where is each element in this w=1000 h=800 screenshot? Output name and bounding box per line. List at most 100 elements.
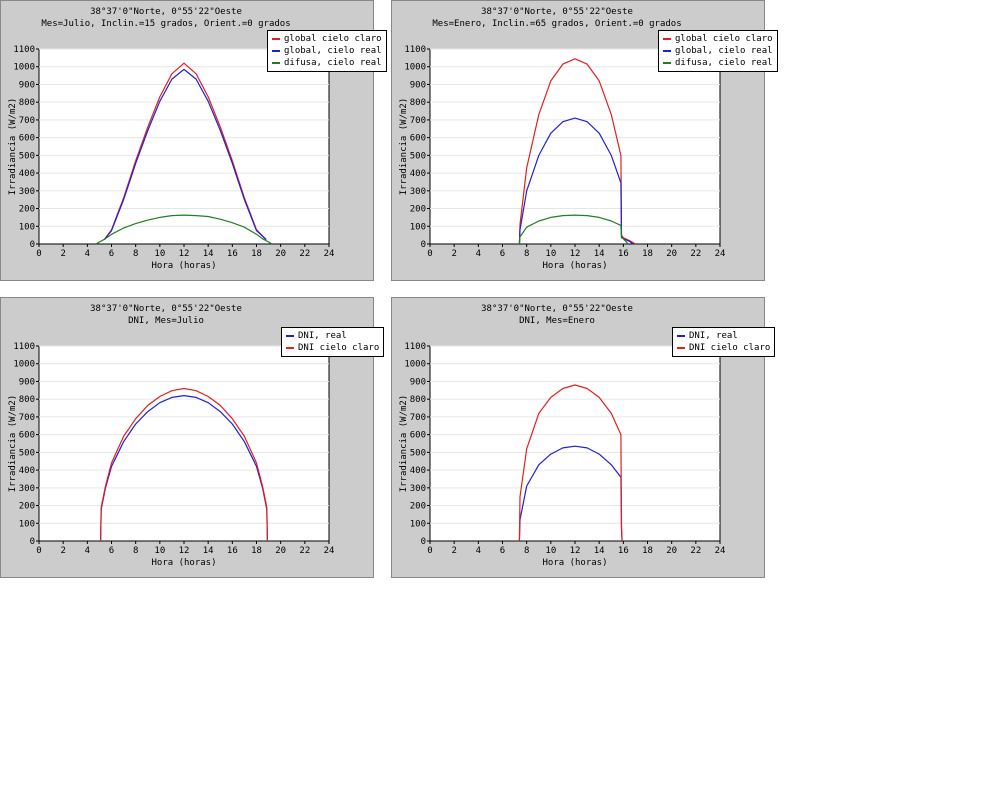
x-tick-label: 12 bbox=[570, 546, 581, 556]
y-axis-label: Irradiancia (W/m2) bbox=[8, 98, 18, 196]
x-tick-label: 8 bbox=[133, 249, 138, 259]
x-tick-label: 2 bbox=[60, 546, 65, 556]
x-tick-label: 6 bbox=[109, 249, 114, 259]
chart-subtitle: DNI, Mes=Enero bbox=[519, 316, 595, 326]
x-tick-label: 24 bbox=[715, 546, 726, 556]
x-tick-label: 10 bbox=[545, 546, 556, 556]
chart-legend: DNI, real DNI cielo claro bbox=[281, 327, 385, 357]
x-tick-label: 8 bbox=[524, 546, 529, 556]
plot-area bbox=[38, 345, 330, 542]
legend-label: global cielo claro bbox=[675, 34, 773, 44]
x-tick-label: 8 bbox=[133, 546, 138, 556]
legend-item: DNI cielo claro bbox=[677, 342, 770, 354]
chart-title: 38°37'0"Norte, 0°55'22"Oeste bbox=[481, 7, 633, 17]
x-tick-label: 24 bbox=[324, 249, 335, 259]
legend-label: difusa, cielo real bbox=[675, 58, 773, 68]
y-tick-label: 600 bbox=[19, 134, 35, 144]
y-tick-label: 1100 bbox=[404, 45, 426, 55]
y-axis-label: Irradiancia (W/m2) bbox=[399, 395, 409, 493]
x-tick-label: 0 bbox=[427, 249, 432, 259]
x-tick-label: 12 bbox=[179, 546, 190, 556]
x-tick-label: 6 bbox=[500, 546, 505, 556]
y-tick-label: 800 bbox=[19, 395, 35, 405]
y-tick-label: 100 bbox=[410, 519, 426, 529]
x-tick-label: 18 bbox=[642, 249, 653, 259]
x-tick-label: 16 bbox=[227, 546, 238, 556]
x-tick-label: 14 bbox=[594, 249, 605, 259]
legend-item: difusa, cielo real bbox=[663, 57, 773, 69]
y-tick-label: 300 bbox=[19, 484, 35, 494]
y-tick-label: 500 bbox=[19, 448, 35, 458]
legend-item: DNI cielo claro bbox=[286, 342, 379, 354]
x-tick-label: 20 bbox=[275, 249, 286, 259]
x-tick-label: 10 bbox=[545, 249, 556, 259]
y-tick-label: 1100 bbox=[13, 342, 35, 352]
y-tick-label: 400 bbox=[410, 466, 426, 476]
x-tick-label: 14 bbox=[594, 546, 605, 556]
chart-legend: global cielo claro global, cielo real di… bbox=[658, 30, 778, 72]
x-tick-label: 6 bbox=[500, 249, 505, 259]
y-tick-label: 1000 bbox=[404, 63, 426, 73]
y-tick-label: 1000 bbox=[13, 63, 35, 73]
chart-title: 38°37'0"Norte, 0°55'22"Oeste bbox=[90, 304, 242, 314]
legend-item: global cielo claro bbox=[663, 33, 773, 45]
x-axis-label: Hora (horas) bbox=[151, 261, 216, 271]
y-tick-label: 700 bbox=[410, 413, 426, 423]
x-tick-label: 24 bbox=[715, 249, 726, 259]
x-tick-label: 4 bbox=[476, 249, 481, 259]
x-tick-label: 0 bbox=[36, 249, 41, 259]
legend-item: DNI, real bbox=[286, 330, 379, 342]
legend-label: DNI cielo claro bbox=[689, 343, 771, 353]
chart-panel-july-dni: 0 100 200 300 400 500 600 700 800 900 1000 1100 0 2 4 6… bbox=[0, 297, 385, 578]
legend-item: global, cielo real bbox=[663, 45, 773, 57]
y-axis-label: Irradiancia (W/m2) bbox=[8, 395, 18, 493]
y-tick-label: 100 bbox=[19, 222, 35, 232]
y-tick-label: 400 bbox=[19, 169, 35, 179]
legend-label: DNI cielo claro bbox=[298, 343, 380, 353]
y-tick-label: 700 bbox=[19, 116, 35, 126]
x-tick-label: 0 bbox=[36, 546, 41, 556]
y-tick-label: 200 bbox=[410, 502, 426, 512]
y-tick-label: 0 bbox=[30, 537, 35, 547]
x-tick-label: 12 bbox=[179, 249, 190, 259]
x-tick-label: 4 bbox=[85, 249, 90, 259]
x-tick-label: 16 bbox=[227, 249, 238, 259]
y-tick-label: 1000 bbox=[404, 360, 426, 370]
x-tick-label: 14 bbox=[203, 249, 214, 259]
chart-panel-january-global: 0 100 200 300 400 500 600 700 800 900 1000 1100 0 2 4 6… bbox=[391, 0, 778, 281]
x-tick-label: 10 bbox=[154, 249, 165, 259]
y-tick-label: 500 bbox=[410, 448, 426, 458]
y-tick-label: 100 bbox=[410, 222, 426, 232]
chart-subtitle: Mes=Enero, Inclin.=65 grados, Orient.=0 … bbox=[432, 19, 682, 29]
x-tick-label: 2 bbox=[451, 546, 456, 556]
y-tick-label: 200 bbox=[410, 205, 426, 215]
y-tick-label: 300 bbox=[410, 484, 426, 494]
chart-title: 38°37'0"Norte, 0°55'22"Oeste bbox=[90, 7, 242, 17]
legend-item: global cielo claro bbox=[272, 33, 382, 45]
y-tick-label: 800 bbox=[19, 98, 35, 108]
y-tick-label: 500 bbox=[19, 151, 35, 161]
x-tick-label: 8 bbox=[524, 249, 529, 259]
x-tick-label: 20 bbox=[666, 249, 677, 259]
x-tick-label: 18 bbox=[642, 546, 653, 556]
legend-label: global, cielo real bbox=[284, 46, 382, 56]
x-tick-label: 22 bbox=[299, 546, 310, 556]
x-tick-label: 4 bbox=[85, 546, 90, 556]
y-tick-label: 100 bbox=[19, 519, 35, 529]
legend-label: global, cielo real bbox=[675, 46, 773, 56]
x-tick-label: 20 bbox=[275, 546, 286, 556]
x-tick-label: 18 bbox=[251, 546, 262, 556]
y-tick-label: 200 bbox=[19, 502, 35, 512]
chart-panel-july-global: 0 100 200 300 400 500 600 700 800 900 1000 1100 0 2 4 6… bbox=[0, 0, 387, 281]
y-tick-label: 900 bbox=[19, 80, 35, 90]
x-tick-label: 10 bbox=[154, 546, 165, 556]
y-tick-label: 0 bbox=[421, 240, 426, 250]
chart-legend: global cielo claro global, cielo real di… bbox=[267, 30, 387, 72]
legend-label: difusa, cielo real bbox=[284, 58, 382, 68]
y-tick-label: 700 bbox=[19, 413, 35, 423]
y-tick-label: 600 bbox=[19, 431, 35, 441]
y-tick-label: 600 bbox=[410, 431, 426, 441]
legend-item: difusa, cielo real bbox=[272, 57, 382, 69]
legend-label: DNI, real bbox=[298, 331, 347, 341]
x-axis-label: Hora (horas) bbox=[151, 558, 216, 568]
